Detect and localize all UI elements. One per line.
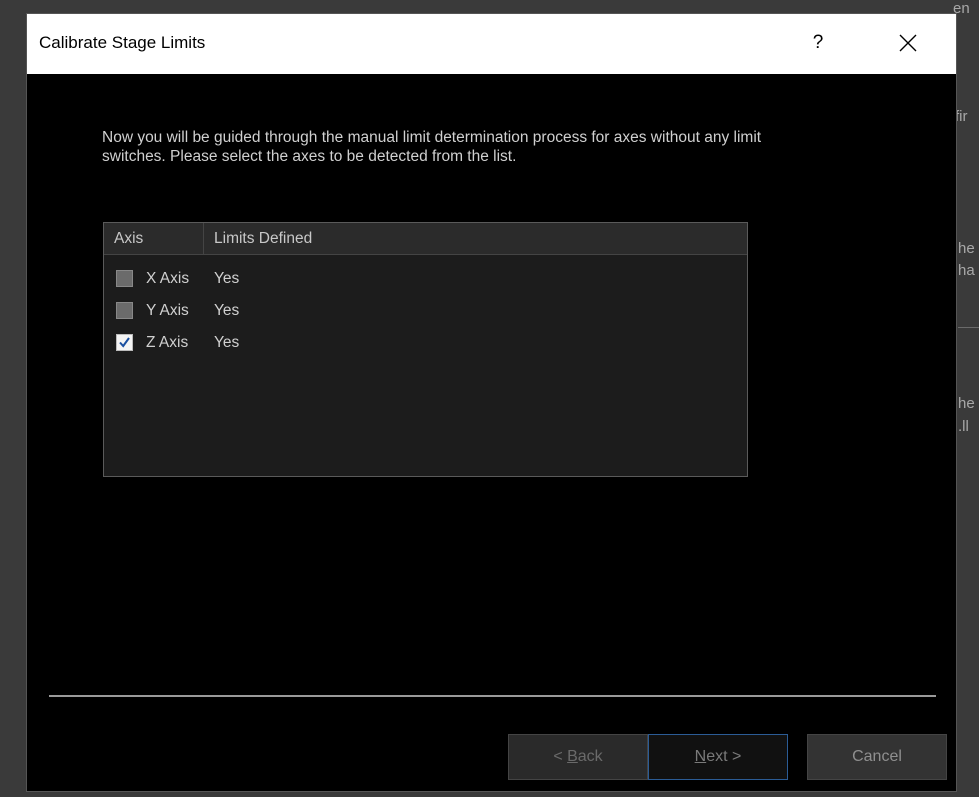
list-header: Axis Limits Defined bbox=[104, 223, 747, 255]
calibrate-stage-limits-dialog: Calibrate Stage Limits ? Now you will be… bbox=[26, 13, 957, 792]
background-text: he bbox=[958, 395, 975, 412]
list-row-x-axis[interactable]: X Axis Yes bbox=[104, 263, 747, 295]
row-axis-label: Y Axis bbox=[146, 302, 189, 319]
axes-list: Axis Limits Defined X Axis Yes Y Axis Ye… bbox=[103, 222, 748, 477]
dialog-titlebar: Calibrate Stage Limits ? bbox=[27, 14, 956, 74]
z-axis-checkbox[interactable] bbox=[116, 334, 133, 351]
y-axis-checkbox[interactable] bbox=[116, 302, 133, 319]
close-button[interactable] bbox=[885, 20, 931, 66]
next-button-label: ext > bbox=[706, 748, 742, 765]
column-header-limits-defined[interactable]: Limits Defined bbox=[205, 223, 312, 261]
instructions-text: Now you will be guided through the manua… bbox=[102, 129, 762, 165]
background-text: he bbox=[958, 240, 975, 257]
footer-divider bbox=[49, 695, 936, 697]
list-row-z-axis[interactable]: Z Axis Yes bbox=[104, 327, 747, 359]
list-row-y-axis[interactable]: Y Axis Yes bbox=[104, 295, 747, 327]
next-button-access-key: N bbox=[694, 748, 707, 765]
row-limits-value: Yes bbox=[214, 302, 240, 319]
help-button[interactable]: ? bbox=[795, 20, 841, 66]
row-limits-value: Yes bbox=[214, 334, 240, 351]
checkmark-icon bbox=[119, 337, 130, 348]
row-limits-value: Yes bbox=[214, 270, 240, 287]
row-axis-label: X Axis bbox=[146, 270, 190, 287]
dialog-title: Calibrate Stage Limits bbox=[39, 33, 206, 52]
x-axis-checkbox[interactable] bbox=[116, 270, 133, 287]
close-icon bbox=[899, 34, 917, 52]
background-divider bbox=[958, 327, 979, 328]
cancel-button[interactable]: Cancel bbox=[807, 734, 947, 780]
back-button-label: ack bbox=[577, 748, 603, 765]
back-button-prefix: < bbox=[553, 748, 568, 765]
back-button[interactable]: < Back bbox=[508, 734, 648, 780]
row-axis-label: Z Axis bbox=[146, 334, 189, 351]
background-text: .ll bbox=[958, 418, 969, 435]
background-text: ha bbox=[958, 262, 975, 279]
column-header-axis[interactable]: Axis bbox=[104, 223, 204, 254]
back-button-access-key: B bbox=[567, 748, 578, 765]
next-button[interactable]: Next > bbox=[648, 734, 788, 780]
